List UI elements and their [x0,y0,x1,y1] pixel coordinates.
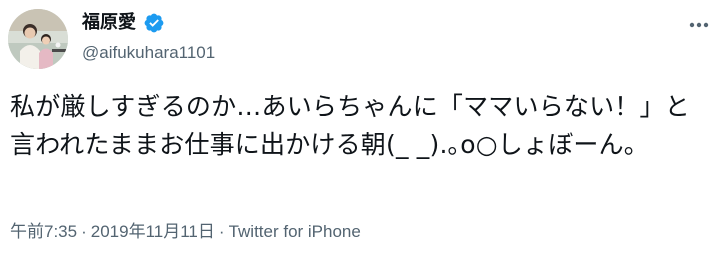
tweet-text: 私が厳しすぎるのか…あいらちゃんに「ママいらない！」と言われたままお仕事に出かけ… [10,92,690,159]
meta-separator-2: · [218,222,225,241]
avatar-image [8,9,68,69]
tweet-time[interactable]: 午前7:35 [10,222,77,241]
more-options-icon[interactable] [686,12,712,38]
profile-avatar[interactable] [8,9,68,69]
meta-separator: · [81,222,87,241]
tweet-source[interactable]: Twitter for iPhone [229,222,361,241]
tweet-card: 福原愛 @aifukuhara1101 私が厳しすぎるのか…あいらちゃんに「ママ… [0,0,722,255]
display-name[interactable]: 福原愛 [82,12,136,34]
verified-badge-icon [143,12,165,34]
user-handle[interactable]: @aifukuhara1101 [82,42,215,64]
tweet-metadata: 午前7:35 · 2019年11月11日 · Twitter for iPhone [10,221,361,243]
tweet-date[interactable]: 2019年11月11日 [91,222,215,241]
